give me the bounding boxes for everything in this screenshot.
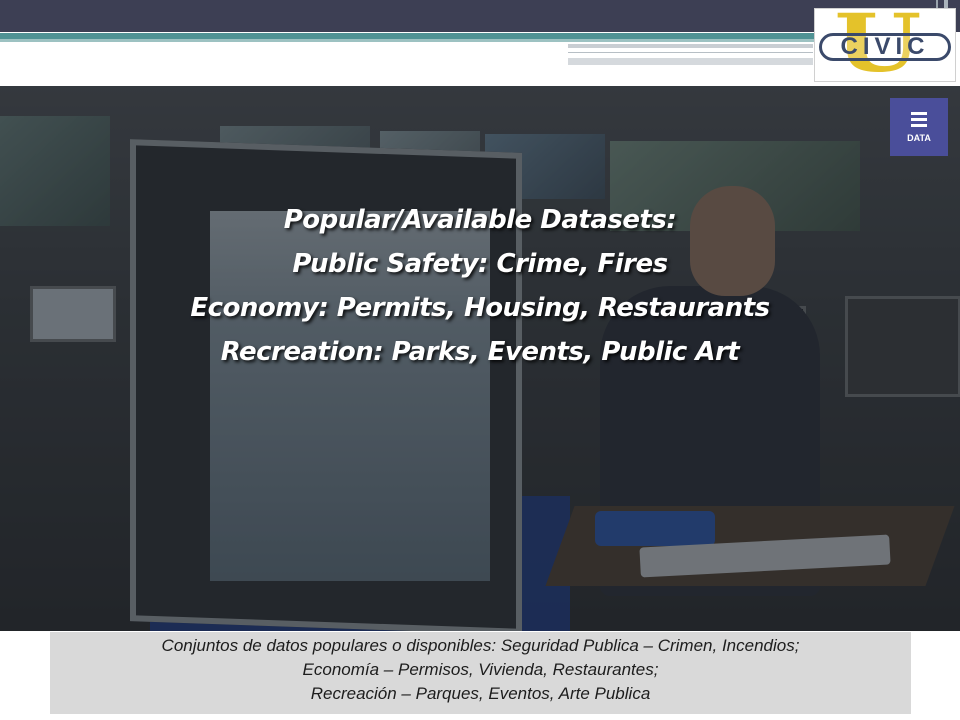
caption-box: Conjuntos de datos populares o disponibl… bbox=[50, 632, 911, 714]
overlay-line-recreation: Recreation: Parks, Events, Public Art bbox=[220, 337, 740, 367]
overlay-line-economy: Economy: Permits, Housing, Restaurants bbox=[190, 293, 770, 323]
overlay-line-public-safety: Public Safety: Crime, Fires bbox=[292, 249, 668, 279]
hamburger-icon bbox=[911, 111, 927, 127]
gray-bar-lower bbox=[568, 58, 813, 65]
civic-u-logo: U CIVIC bbox=[814, 3, 956, 83]
caption-line-1: Conjuntos de datos populares o disponibl… bbox=[161, 636, 800, 655]
datasets-overlay: Popular/Available Datasets: Public Safet… bbox=[0, 198, 960, 374]
menu-button-label: DATA bbox=[907, 132, 931, 143]
overlay-heading: Popular/Available Datasets: bbox=[283, 205, 677, 235]
gray-rule bbox=[568, 52, 813, 53]
caption-line-2: Economía – Permisos, Vivienda, Restauran… bbox=[302, 660, 659, 679]
caption-line-3: Recreación – Parques, Eventos, Arte Publ… bbox=[310, 684, 651, 703]
gray-bar bbox=[568, 44, 813, 48]
logo-wordmark: CIVIC bbox=[819, 33, 951, 61]
accent-bar-light bbox=[0, 39, 815, 42]
data-menu-button[interactable]: DATA bbox=[890, 98, 948, 156]
